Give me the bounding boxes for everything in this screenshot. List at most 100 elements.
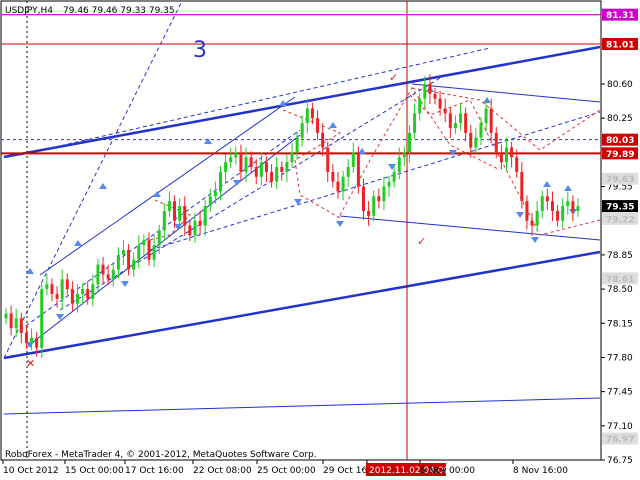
candle-body bbox=[111, 269, 115, 280]
candle-body bbox=[525, 201, 529, 221]
candle-body bbox=[4, 313, 8, 319]
candle-body bbox=[132, 259, 136, 270]
candle-body bbox=[310, 108, 314, 119]
y-tick-label: 76.75 bbox=[607, 456, 633, 466]
candle-body bbox=[127, 250, 131, 270]
candle-body bbox=[229, 157, 233, 163]
candle-body bbox=[433, 93, 437, 99]
candle-body bbox=[147, 240, 151, 260]
candle-body bbox=[520, 171, 524, 202]
candle-body bbox=[50, 284, 54, 294]
candle-body bbox=[162, 210, 166, 231]
candle-body bbox=[316, 118, 320, 133]
candle-body bbox=[24, 333, 28, 343]
candle-body bbox=[91, 284, 95, 299]
candle-body bbox=[550, 201, 554, 211]
candle-body bbox=[372, 196, 376, 216]
x-tick-label: 10 Oct 2012 bbox=[3, 466, 59, 476]
candle-body bbox=[270, 171, 274, 182]
candle-body bbox=[556, 210, 560, 221]
candle-body bbox=[356, 152, 360, 187]
candle-body bbox=[474, 137, 478, 148]
candle-body bbox=[157, 230, 161, 246]
candle-body bbox=[397, 157, 401, 172]
candle-body bbox=[489, 108, 493, 133]
candle-body bbox=[362, 186, 365, 211]
candle-body bbox=[219, 171, 222, 192]
price-chart[interactable]: 80.6080.2579.5578.8578.5078.1577.8077.45… bbox=[0, 0, 640, 480]
candle-body bbox=[407, 132, 411, 153]
candle-body bbox=[351, 152, 355, 168]
candle-body bbox=[30, 337, 34, 343]
candle-body bbox=[70, 289, 74, 304]
chart-symbol: USDJPY,H4 bbox=[5, 6, 53, 16]
x-tick-label: 22 Oct 08:00 bbox=[193, 466, 252, 476]
candle-body bbox=[14, 318, 18, 329]
candle-body bbox=[213, 191, 217, 197]
y-tick-label: 80.60 bbox=[607, 80, 633, 90]
candle-body bbox=[188, 225, 192, 236]
wave-label: 3 bbox=[193, 38, 207, 63]
candle-body bbox=[499, 152, 503, 163]
candle-body bbox=[382, 186, 386, 202]
candle-body bbox=[453, 123, 457, 128]
candle-body bbox=[448, 113, 452, 128]
candle-body bbox=[392, 171, 396, 182]
candle-body bbox=[40, 289, 44, 348]
candle-body bbox=[183, 206, 187, 226]
candle-body bbox=[418, 98, 422, 114]
candle-body bbox=[86, 289, 90, 299]
candle-body bbox=[530, 220, 534, 226]
y-tick-label: 77.45 bbox=[607, 388, 633, 398]
candle-body bbox=[234, 152, 238, 158]
candle-body bbox=[510, 147, 514, 158]
candle-body bbox=[443, 108, 447, 114]
candle-body bbox=[464, 113, 468, 133]
candle-body bbox=[81, 289, 85, 294]
price-tag-label: 79.63 bbox=[606, 175, 634, 185]
candle-body bbox=[101, 264, 105, 275]
candle-body bbox=[346, 167, 350, 177]
candle-body bbox=[55, 293, 59, 299]
candle-body bbox=[515, 157, 519, 172]
candle-body bbox=[326, 147, 330, 172]
candle-body bbox=[321, 132, 325, 148]
candle-body bbox=[167, 201, 171, 211]
candle-body bbox=[295, 137, 299, 153]
candle-body bbox=[198, 220, 202, 226]
y-tick-label: 77.10 bbox=[607, 422, 633, 432]
price-tag-label: 76.97 bbox=[606, 435, 634, 445]
y-tick-label: 77.80 bbox=[607, 353, 633, 363]
candle-body bbox=[576, 206, 580, 211]
candle-body bbox=[244, 157, 248, 172]
candle-body bbox=[367, 210, 371, 216]
candle-body bbox=[336, 181, 340, 192]
candle-body bbox=[479, 123, 483, 138]
x-tick-label: 15 Oct 00:00 bbox=[65, 466, 124, 476]
x-tick-label: 6 Nov 00:00 bbox=[420, 466, 475, 476]
candle-body bbox=[121, 250, 125, 255]
candle-body bbox=[173, 201, 177, 221]
y-tick-label: 78.85 bbox=[607, 251, 633, 261]
candle-body bbox=[76, 293, 79, 304]
candle-body bbox=[208, 196, 212, 207]
candle-body bbox=[224, 162, 228, 172]
price-tag-label: 81.31 bbox=[606, 11, 634, 21]
candle-body bbox=[106, 274, 110, 280]
chart-ohlc: 79.46 79.46 79.33 79.35 bbox=[63, 6, 175, 16]
check-mark-top: ✓ bbox=[389, 71, 398, 84]
candle-body bbox=[96, 264, 100, 285]
candle-body bbox=[377, 196, 381, 202]
candle-body bbox=[285, 162, 289, 172]
candle-body bbox=[9, 313, 13, 329]
price-tag-label: 79.35 bbox=[606, 203, 634, 213]
candle-body bbox=[305, 108, 309, 124]
candle-body bbox=[484, 108, 488, 124]
chart-window: 80.60 80.25 79.55 78.85 78.50 78.15 77.80 77.45… bbox=[0, 0, 640, 480]
candle-body bbox=[60, 279, 64, 299]
candle-body bbox=[494, 132, 498, 153]
candle-body bbox=[561, 206, 565, 221]
candle-body bbox=[259, 162, 263, 177]
candle-body bbox=[571, 201, 575, 211]
x-tick-label: 17 Oct 16:00 bbox=[125, 466, 184, 476]
